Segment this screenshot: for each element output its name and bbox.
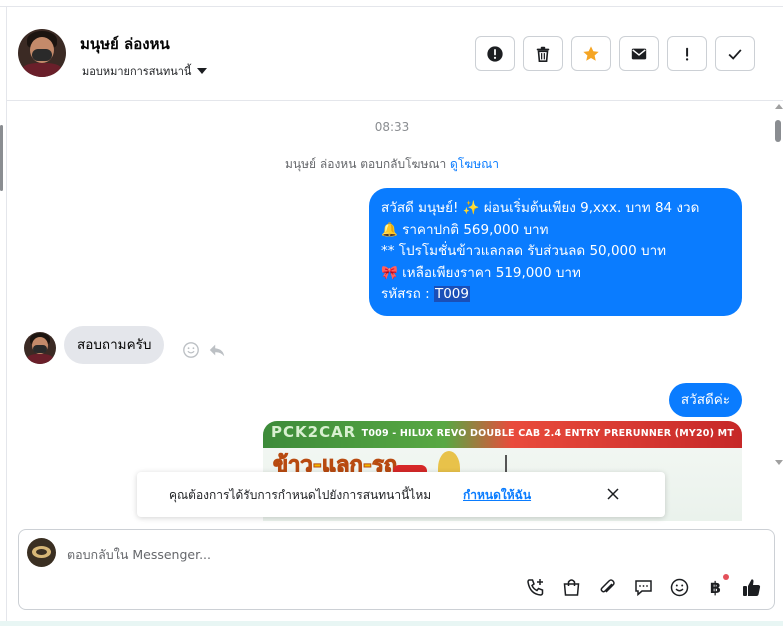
assign-label: มอบหมายการสนทนานี้ (82, 65, 192, 78)
message-line: 🎀 เหลือเพียงราคา 519,000 บาท (381, 264, 581, 281)
trash-icon (536, 46, 550, 62)
message-line: ** โปรโมชั่นข้าวแลกลด รับส่วนลด 50,000 บ… (381, 243, 667, 259)
delete-button[interactable] (523, 36, 563, 71)
baht-payment-icon: ฿ (709, 578, 722, 597)
envelope-icon (631, 48, 647, 59)
scroll-up-arrow-icon[interactable] (775, 104, 783, 109)
follow-up-button[interactable] (667, 36, 707, 71)
reply-icon[interactable] (208, 341, 226, 359)
emoji-icon (670, 578, 689, 597)
contact-name: มนุษย์ ล่องหน (80, 35, 170, 53)
outgoing-message-bubble[interactable]: สวัสดี มนุษย์! ✨ ผ่อนเริ่มต้นเพียง 9,xxx… (369, 188, 742, 316)
call-button[interactable] (525, 577, 546, 598)
caret-down-icon (197, 68, 208, 74)
report-spam-button[interactable] (475, 36, 515, 71)
paperclip-icon (600, 579, 615, 593)
scroll-thumb[interactable] (775, 120, 781, 142)
attach-button[interactable] (597, 577, 618, 598)
exclamation-icon (685, 47, 689, 61)
car-code-label: รหัสรถ : (381, 286, 434, 302)
reply-input[interactable] (67, 544, 747, 564)
assign-to-me-link[interactable]: กำหนดให้ฉัน (463, 486, 531, 505)
message-line: 🔔 ราคาปกติ 569,000 บาท (381, 221, 549, 238)
phone-plus-icon (527, 579, 544, 596)
message-list[interactable]: 08:33 มนุษย์ ล่องหน ตอบกลับโฆษณา ดูโฆษณา… (7, 101, 783, 521)
ad-reply-text: มนุษย์ ล่องหน ตอบกลับโฆษณา (285, 157, 447, 171)
ad-logo-text: PCK2CAR (271, 423, 357, 441)
assign-notice-text: คุณต้องการได้รับการกำหนดไปยังการสนทนานี้… (169, 488, 432, 502)
react-emoji-icon[interactable] (182, 341, 200, 359)
page-avatar (27, 538, 56, 567)
thumbs-up-icon (743, 579, 761, 596)
notification-dot (723, 574, 729, 580)
message-line: สวัสดี มนุษย์! ✨ ผ่อนเริ่มต้นเพียง 9,xxx… (381, 200, 700, 216)
message-timestamp: 08:33 (374, 120, 410, 134)
check-icon (728, 48, 742, 60)
incoming-message-bubble[interactable]: สอบถามครับ (64, 326, 165, 364)
conversation-header: มนุษย์ ล่องหน มอบหมายการสนทนานี้ (7, 7, 783, 101)
mark-done-button[interactable] (715, 36, 755, 71)
star-icon (583, 45, 599, 61)
ad-banner-strip: PCK2CAR T009 - HILUX REVO DOUBLE CAB 2.4… (263, 421, 742, 448)
scroll-down-arrow-icon[interactable] (775, 460, 783, 465)
exclamation-circle-icon (487, 45, 503, 62)
shopping-bag-icon (563, 579, 580, 596)
message-composer: ฿ (18, 529, 775, 610)
car-code-value: T009 (433, 286, 470, 302)
bottom-edge (0, 621, 783, 626)
message-actions (182, 341, 226, 359)
emoji-button[interactable] (669, 577, 690, 598)
message-line: รหัสรถ : T009 (381, 284, 730, 306)
header-actions (475, 36, 755, 71)
star-button[interactable] (571, 36, 611, 71)
mark-unread-button[interactable] (619, 36, 659, 71)
messenger-inbox-panel: มนุษย์ ล่องหน มอบหมายการสนทนานี้ 08:33 ม… (0, 0, 783, 626)
view-ad-link[interactable]: ดูโฆษณา (450, 157, 499, 171)
message-scrollbar[interactable] (773, 104, 783, 470)
contact-avatar[interactable] (18, 29, 66, 77)
ad-strip-text: T009 - HILUX REVO DOUBLE CAB 2.4 ENTRY P… (361, 428, 734, 439)
like-button[interactable] (741, 577, 762, 598)
shop-button[interactable] (561, 577, 582, 598)
outgoing-message-bubble-2[interactable]: สวัสดีค่ะ (668, 383, 742, 417)
payment-button[interactable]: ฿ (705, 574, 729, 598)
assign-notice-toast: คุณต้องการได้รับการกำหนดไปยังการสนทนานี้… (137, 472, 665, 517)
left-panel-handle[interactable] (0, 125, 3, 191)
contact-avatar-small (24, 332, 56, 364)
assign-conversation-dropdown[interactable]: มอบหมายการสนทนานี้ (82, 62, 208, 80)
composer-tools: ฿ (525, 574, 762, 598)
close-icon[interactable] (605, 486, 621, 502)
chat-bubble-icon (635, 580, 652, 597)
saved-replies-button[interactable] (633, 577, 654, 598)
ad-reply-notice: มนุษย์ ล่องหน ตอบกลับโฆษณา ดูโฆษณา (7, 155, 777, 174)
